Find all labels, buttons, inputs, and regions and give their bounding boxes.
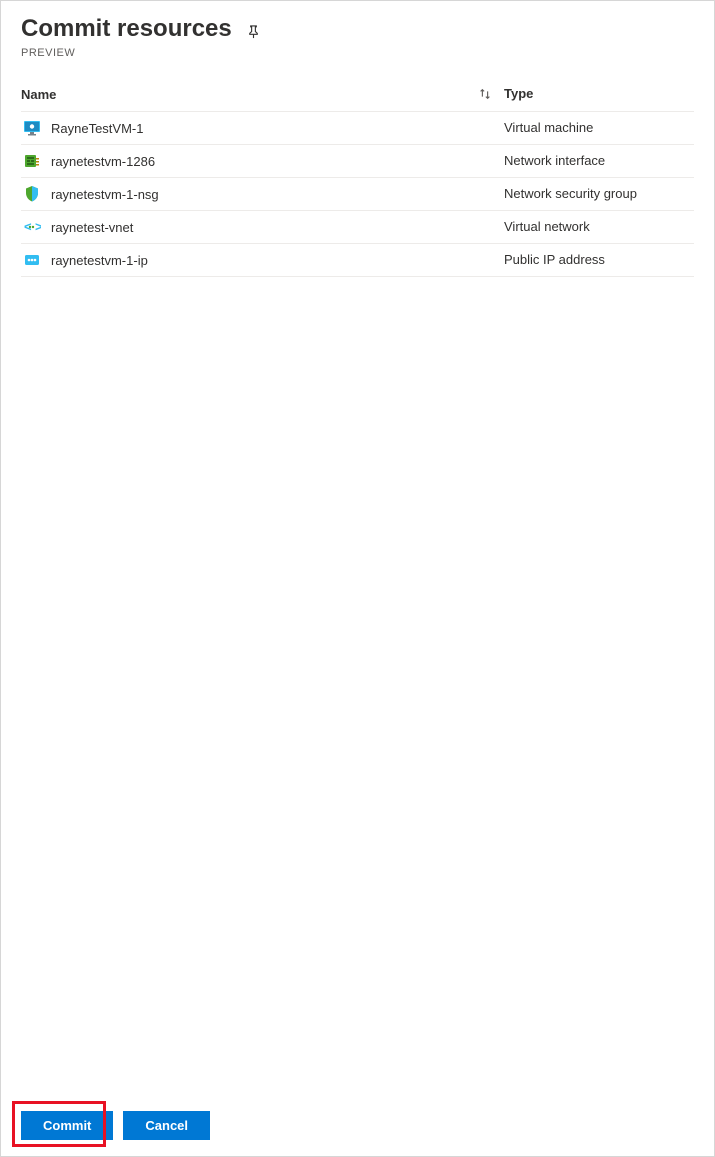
resource-type: Network security group — [504, 186, 637, 201]
nic-icon — [23, 152, 41, 170]
page-title: Commit resources — [21, 15, 232, 43]
sort-icon[interactable] — [478, 87, 492, 101]
vm-icon — [23, 119, 41, 137]
cell-name: raynetestvm-1286 — [21, 152, 504, 170]
cell-name: raynetestvm-1-ip — [21, 251, 504, 269]
table-row[interactable]: <> raynetest-vnet Virtual network — [21, 211, 694, 244]
resource-name: raynetestvm-1-ip — [51, 253, 148, 268]
svg-text:>: > — [35, 219, 41, 234]
resources-table: Name Type RayneTestVM-1 Virtual machine ra… — [1, 77, 714, 1095]
page-header: Commit resources — [1, 1, 714, 47]
vnet-icon: <> — [23, 218, 41, 236]
resource-name: raynetestvm-1-nsg — [51, 187, 159, 202]
cell-type: Public IP address — [504, 251, 694, 269]
preview-badge: PREVIEW — [1, 47, 714, 77]
table-row[interactable]: raynetestvm-1-ip Public IP address — [21, 244, 694, 277]
cell-name: RayneTestVM-1 — [21, 119, 504, 137]
column-header-type[interactable]: Type — [504, 85, 694, 103]
commit-button[interactable]: Commit — [21, 1111, 113, 1140]
resource-name: RayneTestVM-1 — [51, 121, 143, 136]
cell-type: Network security group — [504, 185, 694, 203]
cell-type: Virtual machine — [504, 119, 694, 137]
footer-actions: Commit Cancel — [1, 1095, 714, 1156]
cell-name: raynetestvm-1-nsg — [21, 185, 504, 203]
cell-type: Virtual network — [504, 218, 694, 236]
column-header-name[interactable]: Name — [21, 85, 504, 103]
resource-name: raynetestvm-1286 — [51, 154, 155, 169]
table-row[interactable]: RayneTestVM-1 Virtual machine — [21, 112, 694, 145]
resource-type: Virtual machine — [504, 120, 593, 135]
table-row[interactable]: raynetestvm-1-nsg Network security group — [21, 178, 694, 211]
resource-type: Network interface — [504, 153, 605, 168]
ip-icon — [23, 251, 41, 269]
resource-type: Public IP address — [504, 252, 605, 267]
name-header-label: Name — [21, 87, 56, 102]
nsg-icon — [23, 185, 41, 203]
table-header-row: Name Type — [21, 77, 694, 112]
cell-name: <> raynetest-vnet — [21, 218, 504, 236]
resource-type: Virtual network — [504, 219, 590, 234]
type-header-label: Type — [504, 86, 533, 101]
cancel-button[interactable]: Cancel — [123, 1111, 210, 1140]
pin-icon[interactable] — [246, 23, 262, 39]
table-row[interactable]: raynetestvm-1286 Network interface — [21, 145, 694, 178]
cell-type: Network interface — [504, 152, 694, 170]
resource-name: raynetest-vnet — [51, 220, 133, 235]
